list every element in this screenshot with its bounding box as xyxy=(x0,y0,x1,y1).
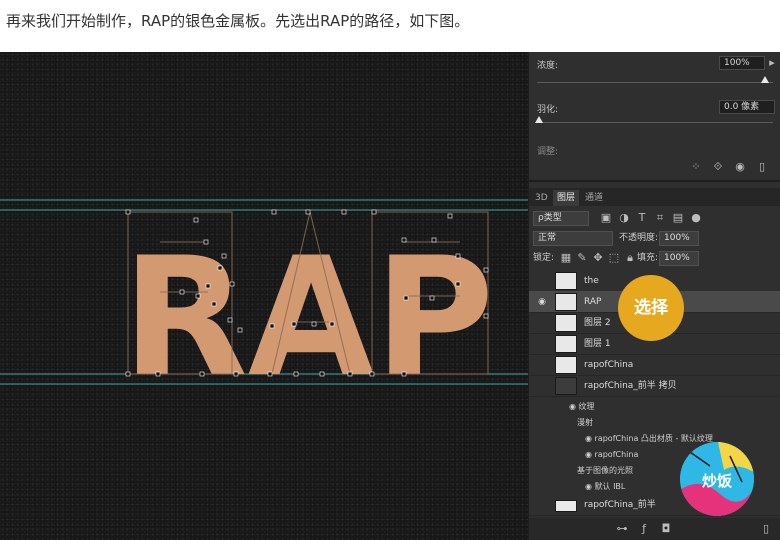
logo-text: 炒饭 xyxy=(701,472,732,490)
layer-thumbnail xyxy=(555,335,577,353)
layer-thumbnail xyxy=(555,293,577,311)
filter-smart-object-icon[interactable]: ▤ xyxy=(671,211,685,225)
eye-icon[interactable]: ◉ xyxy=(585,434,595,443)
layers-panel-tabs: 3D 图层 通道 xyxy=(529,188,780,206)
density-slider-track[interactable] xyxy=(537,82,773,83)
eye-icon[interactable]: ◉ xyxy=(585,482,595,491)
layer-filter-dropdown[interactable]: ρ类型 xyxy=(533,211,589,226)
filter-toggle-icon[interactable]: ● xyxy=(689,211,703,225)
lock-position-icon[interactable]: ✥ xyxy=(591,251,605,265)
layer-name: 图层 1 xyxy=(584,339,611,349)
sub-item-material[interactable]: ◉ rapofChina 凸出材质 - 默认纹理 xyxy=(585,432,713,446)
filter-text-icon[interactable]: T xyxy=(635,211,649,225)
layer-visibility-toggle[interactable] xyxy=(536,275,548,287)
eye-icon[interactable]: ◉ xyxy=(585,450,595,459)
filter-adjustment-icon[interactable]: ◑ xyxy=(617,211,631,225)
layer-row[interactable]: rapofChina_前半 拷贝 xyxy=(529,375,780,397)
sub-item-label: rapofChina xyxy=(594,450,639,459)
tab-channels[interactable]: 通道 xyxy=(581,190,607,206)
layer-name: rapofChina_前半 拷贝 xyxy=(584,381,677,391)
sub-item-label: 纹理 xyxy=(578,402,595,411)
layer-name: rapofChina xyxy=(584,360,634,370)
layer-visibility-toggle[interactable] xyxy=(536,359,548,371)
photoshop-screenshot: RAP 浓度: 100% ▸ 羽化: 0.0 像素 调整: ⁘ ⟐ ◉ ▯ 3D… xyxy=(0,52,780,540)
opacity-label: 不透明度: xyxy=(619,233,659,243)
adjust-label: 调整: xyxy=(537,147,559,157)
document-canvas[interactable]: RAP xyxy=(0,52,528,540)
eye-icon[interactable]: ◉ xyxy=(569,402,579,411)
selection-icon[interactable]: ⁘ xyxy=(689,160,703,174)
brand-logo: 炒饭 xyxy=(680,442,754,516)
rap-text-layer[interactable]: RAP xyxy=(122,222,494,413)
layer-filter-row: ρ类型 ▣ ◑ T ⌗ ▤ ● xyxy=(533,210,777,228)
article-caption: 再来我们开始制作，RAP的银色金属板。先选出RAP的路径，如下图。 xyxy=(6,12,470,30)
tab-3d[interactable]: 3D xyxy=(531,190,552,206)
link-layers-icon[interactable]: ⊶ xyxy=(615,522,629,536)
sub-item-rapofchina[interactable]: ◉ rapofChina xyxy=(585,448,638,462)
filter-shape-icon[interactable]: ⌗ xyxy=(653,211,667,225)
density-label: 浓度: xyxy=(537,61,559,71)
sub-item-label: 漫射 xyxy=(577,418,593,427)
layer-name: RAP xyxy=(584,297,602,307)
density-dropdown-icon[interactable]: ▸ xyxy=(765,56,779,70)
mask-icon[interactable]: ◘ xyxy=(659,522,673,536)
feather-input[interactable]: 0.0 像素 xyxy=(719,100,775,114)
panel-divider xyxy=(529,180,780,182)
density-input[interactable]: 100% xyxy=(719,56,765,70)
density-slider-knob[interactable] xyxy=(761,76,769,83)
trash-icon[interactable]: ▯ xyxy=(755,160,769,174)
layer-visibility-toggle[interactable] xyxy=(536,338,548,350)
tab-layers[interactable]: 图层 xyxy=(553,190,580,206)
layers-bottom-toolbar: ⊶ ƒ ◘ ▯ xyxy=(529,518,780,540)
feather-label: 羽化: xyxy=(537,105,559,115)
blend-mode-dropdown[interactable]: 正常 xyxy=(533,231,613,246)
eye-icon[interactable]: ◉ xyxy=(536,296,548,308)
canvas-artwork: RAP xyxy=(0,199,528,413)
lock-artboard-icon[interactable]: ⬚ xyxy=(607,251,621,265)
lock-pixels-icon[interactable]: ✎ xyxy=(575,251,589,265)
layer-name: the xyxy=(584,276,599,286)
blend-row: 正常 不透明度: 100% xyxy=(533,230,777,248)
layer-thumbnail xyxy=(555,377,577,395)
layer-name: 图层 2 xyxy=(584,318,611,328)
lock-transparency-icon[interactable]: ▦ xyxy=(559,251,573,265)
fill-label: 填充: xyxy=(637,253,659,263)
layer-visibility-toggle[interactable] xyxy=(536,317,548,329)
sub-item-texture[interactable]: ◉ 纹理 xyxy=(569,400,595,414)
visibility-icon[interactable]: ◉ xyxy=(733,160,747,174)
layer-visibility-toggle[interactable] xyxy=(536,380,548,392)
sub-item-diffuse[interactable]: 漫射 xyxy=(577,416,593,430)
select-callout-badge: 选择 xyxy=(618,275,684,341)
layer-thumbnail xyxy=(555,356,577,374)
sub-item-default-ibl[interactable]: ◉ 默认 IBL xyxy=(585,480,625,494)
feather-slider-knob[interactable] xyxy=(535,116,543,123)
sub-item-ibl-heading[interactable]: 基于图像的光照 xyxy=(577,464,633,478)
lock-all-icon[interactable]: 🔒︎ xyxy=(623,251,637,265)
filter-image-icon[interactable]: ▣ xyxy=(599,211,613,225)
lock-label: 锁定: xyxy=(533,253,555,263)
layer-thumbnail xyxy=(555,500,577,512)
fx-icon[interactable]: ƒ xyxy=(637,522,651,536)
feather-slider-track[interactable] xyxy=(537,122,773,123)
opacity-input[interactable]: 100% xyxy=(659,231,699,246)
delete-layer-icon[interactable]: ▯ xyxy=(759,522,773,536)
sub-item-label: rapofChina 凸出材质 - 默认纹理 xyxy=(594,434,713,443)
fill-input[interactable]: 100% xyxy=(659,251,699,266)
layer-name: rapofChina_前半 xyxy=(584,500,656,510)
sub-item-label: 基于图像的光照 xyxy=(577,466,633,475)
layer-thumbnail xyxy=(555,314,577,332)
layer-thumbnail xyxy=(555,272,577,290)
sub-item-label: 默认 IBL xyxy=(594,482,626,491)
link-icon[interactable]: ⟐ xyxy=(711,160,725,174)
layer-row[interactable]: rapofChina xyxy=(529,354,780,376)
lock-row: 锁定: ▦ ✎ ✥ ⬚ 🔒︎ 填充: 100% xyxy=(533,250,777,268)
